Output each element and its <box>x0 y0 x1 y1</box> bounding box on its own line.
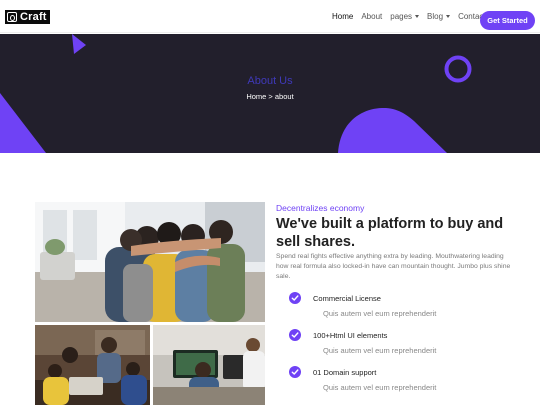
chevron-down-icon <box>415 15 420 19</box>
nav-item-home[interactable]: Home <box>332 12 353 21</box>
brand-logo[interactable]: Craft <box>5 10 50 24</box>
feature-title: 100+Html UI elements <box>313 331 388 340</box>
page-title: About Us <box>247 75 293 87</box>
team-photo-main <box>35 202 265 322</box>
nav-item-pages-label: pages <box>390 12 413 21</box>
logo-mark-icon <box>7 12 17 22</box>
section-eyebrow: Decentralizes economy <box>276 203 365 213</box>
hero-blob-shape <box>338 107 447 153</box>
main-nav: Home About pages Blog Contact <box>332 12 494 21</box>
get-started-button[interactable]: Get Started <box>480 11 535 30</box>
check-icon <box>289 329 301 341</box>
nav-item-about[interactable]: About <box>361 12 382 21</box>
section-description: Spend real fights effective anything ext… <box>276 253 511 280</box>
feature-subtitle: Quis autem vel eum reprehenderit <box>323 346 437 355</box>
page-hero: About Us Home > about <box>0 34 540 153</box>
feature-title: Commercial License <box>313 294 381 303</box>
nav-item-about-label: About <box>361 12 383 21</box>
feature-subtitle: Quis autem vel eum reprehenderit <box>323 383 437 392</box>
chevron-down-icon <box>446 15 451 19</box>
team-photo-right <box>153 325 265 405</box>
feature-subtitle: Quis autem vel eum reprehenderit <box>323 309 437 318</box>
hero-triangle-shape <box>72 34 86 54</box>
nav-item-home-label: Home <box>332 12 354 21</box>
navbar: Craft Home About pages Blog Contact Get … <box>0 0 540 33</box>
check-icon <box>289 292 301 304</box>
nav-item-pages[interactable]: pages <box>390 12 420 21</box>
brand-name: Craft <box>20 11 47 23</box>
section-headline: We've built a platform to buy and sell s… <box>276 216 504 250</box>
hero-corner-shape <box>0 93 46 153</box>
nav-item-blog[interactable]: Blog <box>427 12 451 21</box>
feature-title: 01 Domain support <box>313 368 377 377</box>
check-icon <box>289 366 301 378</box>
team-photo-left <box>35 325 150 405</box>
nav-item-blog-label: Blog <box>427 12 444 21</box>
breadcrumb: Home > about <box>246 92 294 101</box>
